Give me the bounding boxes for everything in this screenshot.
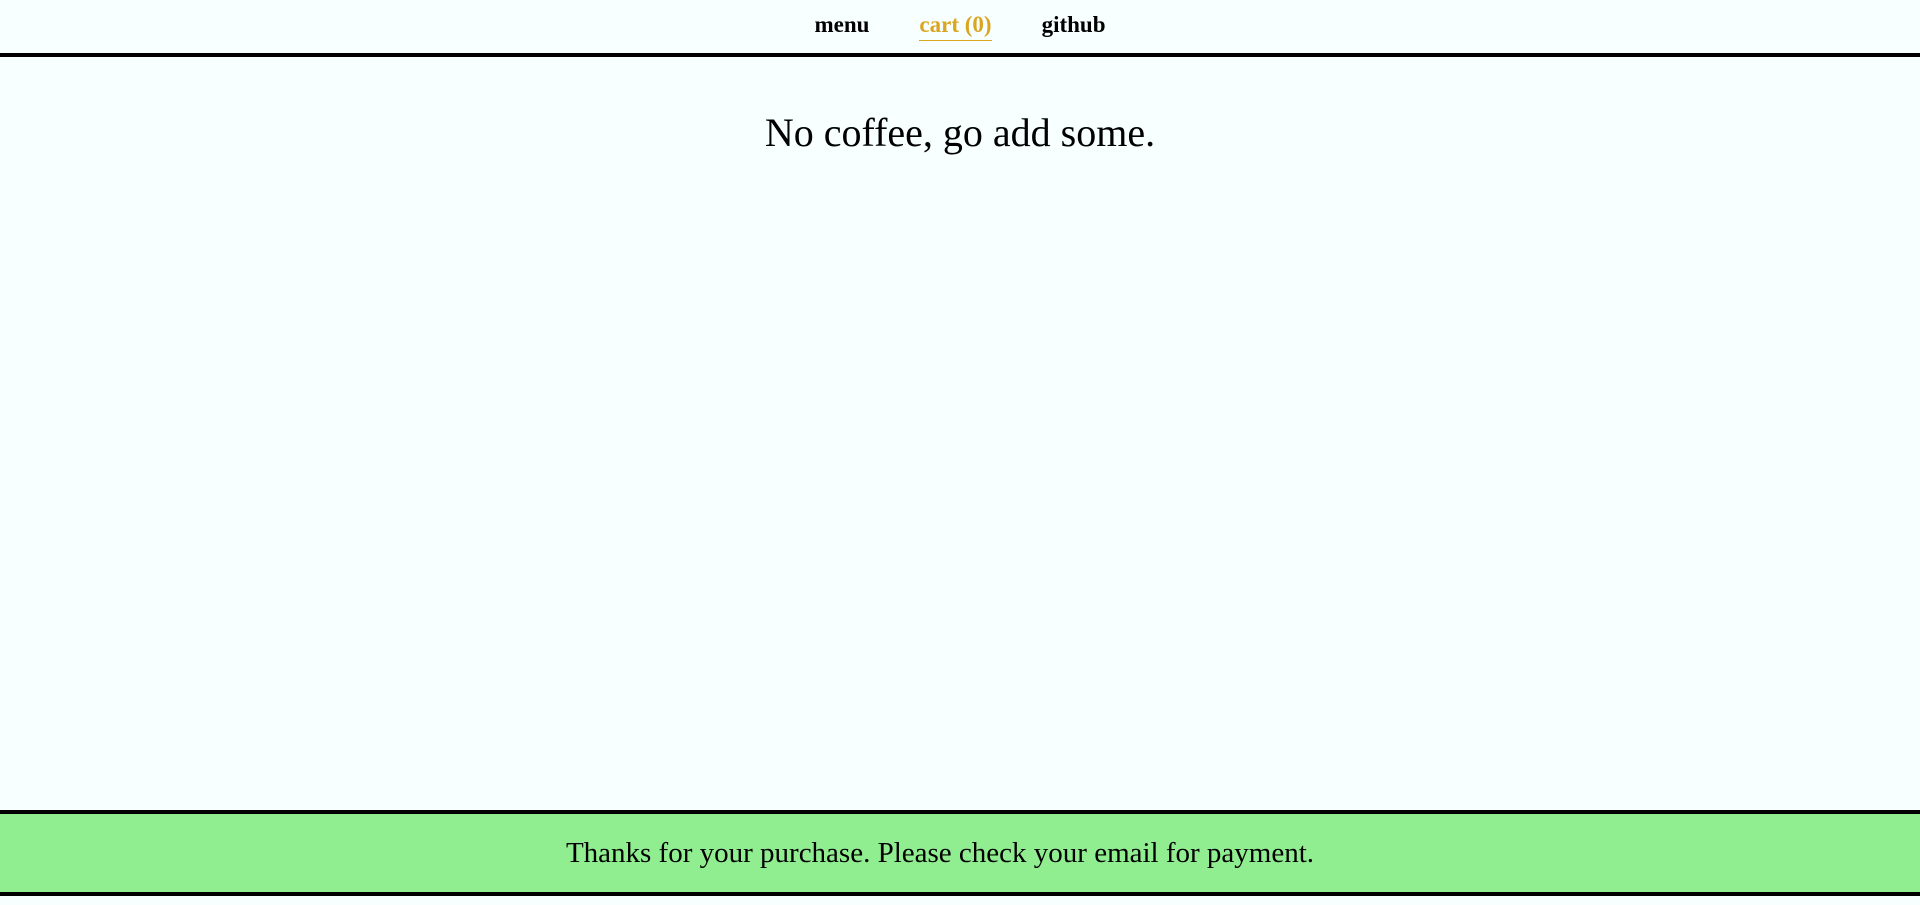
nav-item-github: github — [1042, 12, 1106, 41]
nav-item-cart: cart (0) — [919, 12, 992, 41]
top-navigation: menu cart (0) github — [0, 0, 1920, 57]
empty-cart-message: No coffee, go add some. — [764, 110, 1156, 155]
nav-list: menu cart (0) github — [0, 0, 1920, 53]
nav-link-github[interactable]: github — [1042, 12, 1106, 41]
purchase-confirmation-banner: Thanks for your purchase. Please check y… — [0, 810, 1920, 896]
nav-link-menu[interactable]: menu — [814, 12, 869, 41]
nav-link-cart[interactable]: cart (0) — [919, 12, 992, 41]
purchase-confirmation-text: Thanks for your purchase. Please check y… — [565, 837, 1315, 869]
nav-item-menu: menu — [814, 12, 869, 41]
